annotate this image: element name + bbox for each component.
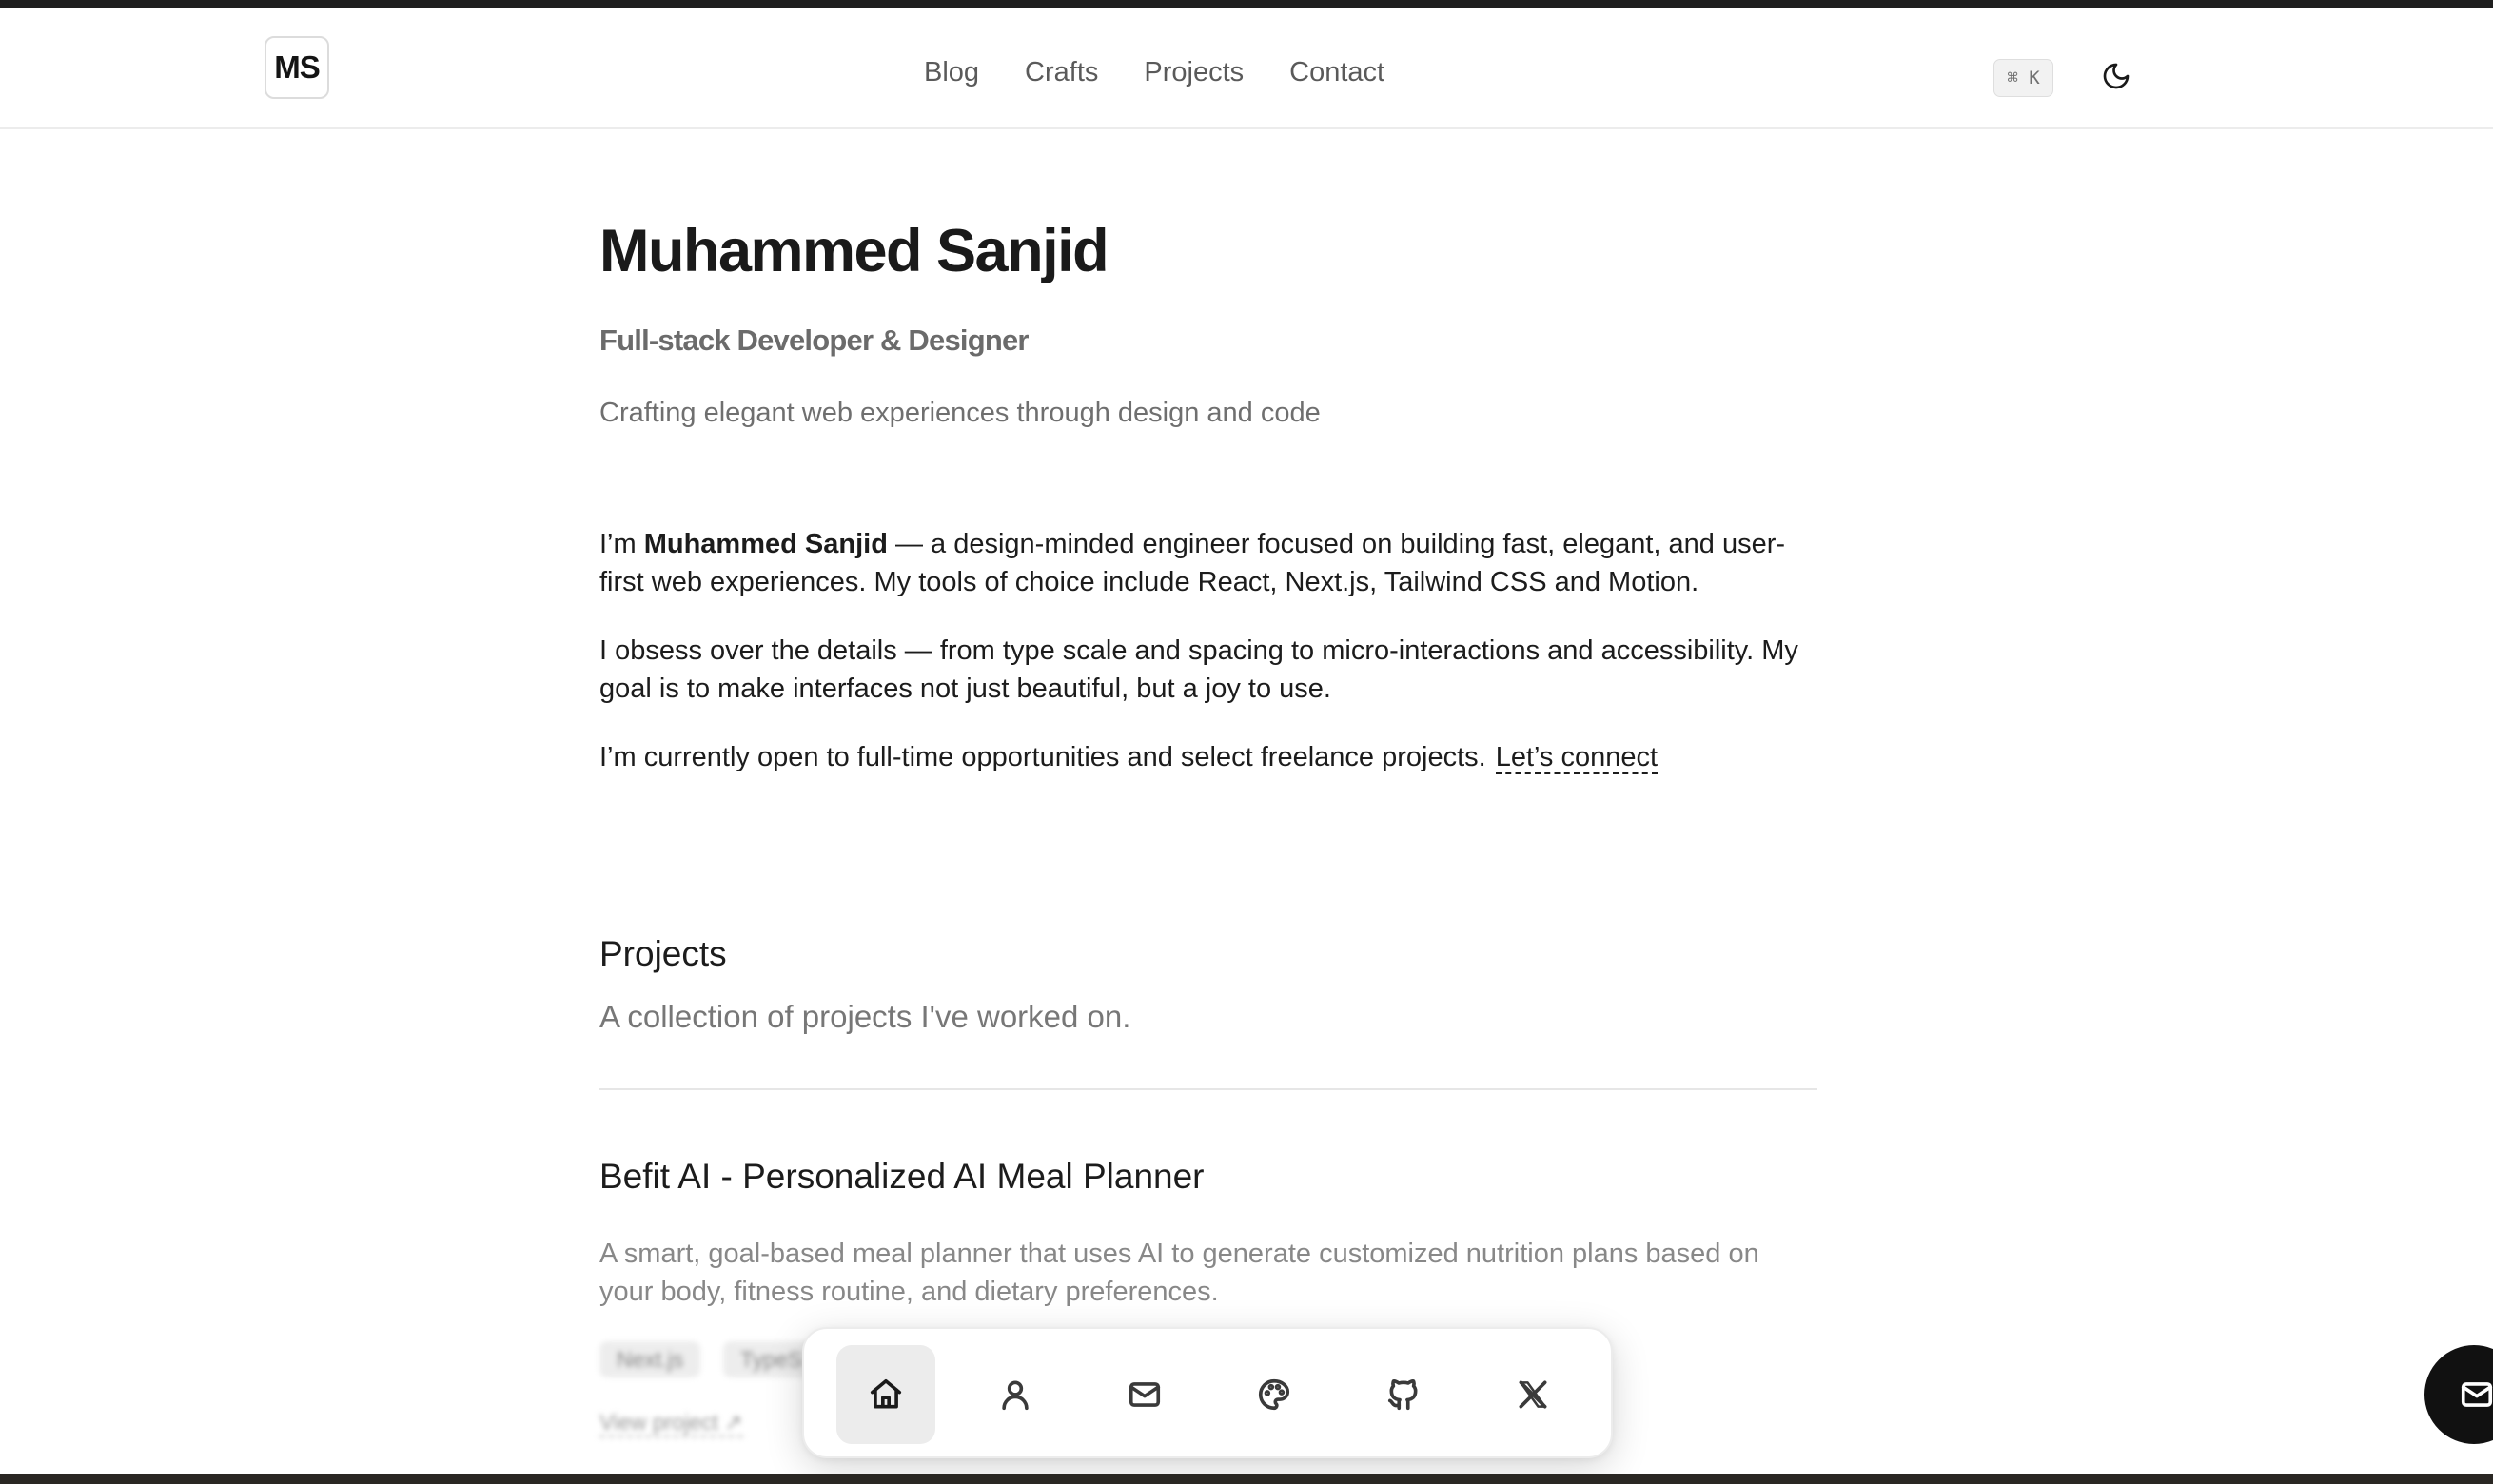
projects-subtitle: A collection of projects I've worked on.: [599, 999, 1131, 1034]
nav-blog[interactable]: Blog: [924, 57, 979, 88]
bottom-dock: [802, 1327, 1613, 1458]
hero-tagline: Crafting elegant web experiences through…: [599, 398, 1321, 428]
nav-contact[interactable]: Contact: [1289, 57, 1384, 88]
top-accent-bar: [0, 0, 2493, 8]
dock-about-button[interactable]: [966, 1345, 1065, 1444]
dock-crafts-button[interactable]: [1225, 1345, 1324, 1444]
github-icon: [1387, 1379, 1418, 1411]
about-paragraph-2: I obsess over the details — from type sc…: [599, 635, 1798, 704]
dock-x-button[interactable]: [1483, 1345, 1582, 1444]
palette-icon: [1259, 1378, 1290, 1411]
nav-crafts[interactable]: Crafts: [1025, 57, 1098, 88]
about-paragraph-3: I’m currently open to full-time opportun…: [599, 738, 1827, 776]
about-paragraph-1: I’m Muhammed Sanjid — a design-minded en…: [599, 525, 1827, 601]
moon-icon: [2103, 63, 2130, 89]
mail-icon: [1129, 1382, 1161, 1407]
command-palette-shortcut[interactable]: ⌘ K: [1993, 59, 2053, 97]
dock-mail-button[interactable]: [1095, 1345, 1194, 1444]
view-project-link[interactable]: View project ↗: [599, 1410, 743, 1437]
nav-projects[interactable]: Projects: [1144, 57, 1244, 88]
theme-toggle-button[interactable]: [2099, 59, 2133, 93]
hero-name: Muhammed Sanjid: [599, 218, 1109, 284]
hero-role: Full-stack Developer & Designer: [599, 323, 1030, 357]
mail-icon: [2461, 1382, 2493, 1407]
main-nav: Blog Crafts Projects Contact: [924, 57, 1384, 88]
dock-github-button[interactable]: [1354, 1345, 1453, 1444]
floating-contact-button[interactable]: [2424, 1345, 2493, 1444]
home-icon: [870, 1378, 902, 1409]
projects-heading: Projects: [599, 934, 727, 973]
bottom-edge-bar: [0, 1474, 2493, 1484]
about-name: Muhammed Sanjid: [643, 529, 888, 559]
user-icon: [1002, 1380, 1029, 1411]
project-title[interactable]: Befit AI - Personalized AI Meal Planner: [599, 1157, 1205, 1197]
logo[interactable]: MS: [265, 36, 329, 99]
availability-text: I’m currently open to full-time opportun…: [599, 742, 1486, 772]
dock-home-button[interactable]: [836, 1345, 935, 1444]
about-prefix: I’m: [599, 529, 644, 559]
site-header: MS Blog Crafts Projects Contact ⌘ K: [0, 8, 2493, 129]
section-divider: [599, 1088, 1817, 1090]
connect-link[interactable]: Let’s connect: [1495, 742, 1659, 774]
project-description: A smart, goal-based meal planner that us…: [599, 1239, 1759, 1307]
x-icon: [1519, 1380, 1547, 1409]
tech-tag: Next.js: [599, 1341, 701, 1377]
